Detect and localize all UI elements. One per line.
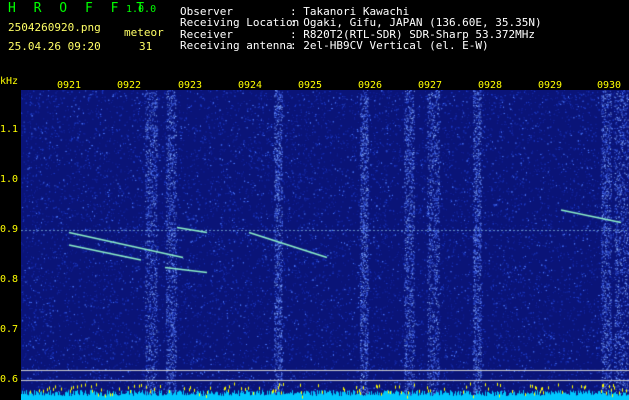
info-value-location: : Ogaki, Gifu, JAPAN (136.60E, 35.35N) [290, 16, 542, 29]
y-tick-0.6: 0.6 [0, 374, 19, 385]
info-value-antenna: : 2el-HB9CV Vertical (el. E-W) [290, 39, 489, 52]
filename-label: 2504260920.png [8, 21, 101, 34]
datetime-label: 25.04.26 09:20 [8, 40, 101, 53]
meteor-label: meteor [124, 26, 164, 39]
meteor-count: 31 [139, 40, 153, 53]
info-key-antenna: Receiving antenna [180, 39, 293, 52]
y-tick-0.9: 0.9 [0, 224, 19, 235]
version-label: 1.0.0 [126, 4, 157, 15]
y-tick-1.0: 1.0 [0, 174, 19, 185]
spectrogram [21, 90, 629, 400]
y-axis-unit: kHz [0, 76, 19, 87]
info-key-location: Receiving Location [180, 16, 300, 29]
y-tick-1.1: 1.1 [0, 124, 19, 135]
y-tick-0.8: 0.8 [0, 274, 19, 285]
y-tick-0.7: 0.7 [0, 324, 19, 335]
